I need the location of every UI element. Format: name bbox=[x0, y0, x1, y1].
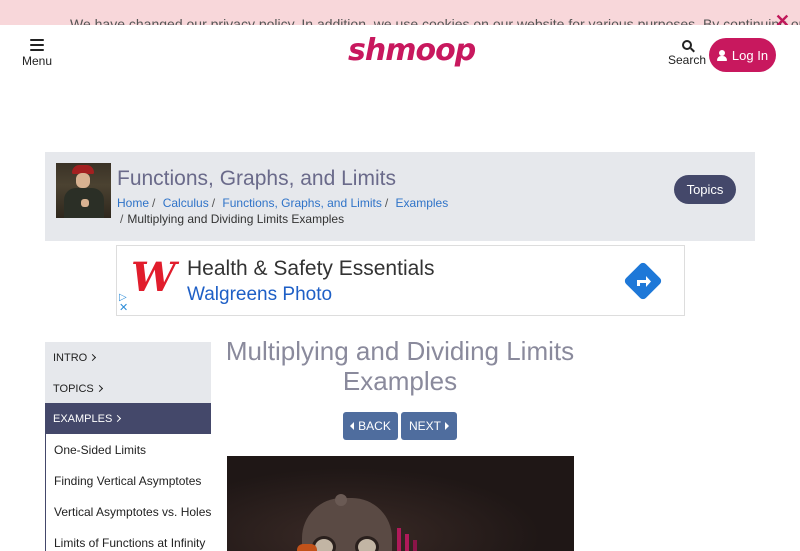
search-label: Search bbox=[668, 53, 707, 67]
advertisement[interactable]: W Health & Safety Essentials Walgreens P… bbox=[116, 245, 685, 316]
page-title-line: Examples bbox=[342, 366, 458, 396]
menu-button[interactable]: Menu bbox=[18, 39, 56, 68]
topic-banner: Functions, Graphs, and Limits Home / Calc… bbox=[45, 152, 755, 241]
page-title-line: Multiplying and Dividing Limits bbox=[225, 336, 575, 366]
back-button[interactable]: BACK bbox=[343, 412, 398, 440]
search-icon bbox=[682, 40, 692, 50]
breadcrumb-calculus[interactable]: Calculus bbox=[163, 196, 209, 210]
sidebar-sublist: One-Sided Limits Finding Vertical Asympt… bbox=[45, 434, 212, 551]
sidebar-item-label: INTRO bbox=[53, 351, 88, 364]
topic-portrait-image bbox=[56, 163, 111, 218]
ad-subline[interactable]: Walgreens Photo bbox=[187, 284, 332, 306]
walgreens-logo: W bbox=[131, 254, 176, 301]
hamburger-icon bbox=[30, 39, 44, 51]
caret-left-icon bbox=[350, 422, 355, 430]
next-label: NEXT bbox=[408, 419, 441, 433]
sidebar-item-label: TOPICS bbox=[53, 382, 94, 395]
cookie-banner-text: We have changed our privacy policy. In a… bbox=[70, 16, 800, 25]
sidebar-subitem[interactable]: Vertical Asymptotes vs. Holes bbox=[46, 496, 212, 527]
topics-button[interactable]: Topics bbox=[674, 175, 736, 204]
sidebar-subitem[interactable]: Limits of Functions at Infinity bbox=[46, 527, 212, 551]
back-label: BACK bbox=[358, 419, 391, 433]
user-icon bbox=[716, 49, 727, 61]
site-header: Menu shmoop Search Log In bbox=[0, 25, 800, 85]
caret-right-icon bbox=[445, 422, 449, 430]
search-button[interactable]: Search bbox=[668, 39, 706, 67]
page: We have changed our privacy policy. In a… bbox=[0, 0, 800, 551]
login-label: Log In bbox=[731, 47, 769, 63]
sidebar-item-label: EXAMPLES bbox=[53, 412, 113, 425]
next-button[interactable]: NEXT bbox=[401, 412, 457, 440]
sidebar-item-topics[interactable]: TOPICS bbox=[45, 373, 211, 404]
directions-arrow-icon[interactable] bbox=[624, 262, 662, 300]
breadcrumb-separator: / bbox=[211, 196, 216, 210]
sidebar: INTRO TOPICS EXAMPLES One-Sided Limits F… bbox=[45, 342, 212, 551]
cookie-banner: We have changed our privacy policy. In a… bbox=[0, 0, 800, 25]
login-button[interactable]: Log In bbox=[709, 38, 776, 72]
breadcrumb-home[interactable]: Home bbox=[117, 196, 149, 210]
sidebar-item-intro[interactable]: INTRO bbox=[45, 342, 211, 373]
breadcrumb-examples[interactable]: Examples bbox=[396, 196, 449, 210]
breadcrumb: Home / Calculus / Functions, Graphs, and L… bbox=[117, 195, 557, 227]
breadcrumb-functions[interactable]: Functions, Graphs, and Limits bbox=[222, 196, 381, 210]
sidebar-subitem[interactable]: One-Sided Limits bbox=[46, 434, 212, 465]
breadcrumb-separator: / bbox=[384, 196, 389, 210]
menu-label: Menu bbox=[21, 54, 53, 68]
sidebar-subitem[interactable]: Finding Vertical Asymptotes bbox=[46, 465, 212, 496]
chevron-right-icon bbox=[95, 384, 103, 393]
page-title: Multiplying and Dividing Limits Examples bbox=[222, 336, 578, 396]
video-player[interactable] bbox=[227, 456, 574, 551]
breadcrumb-current: Multiplying and Dividing Limits Examples bbox=[127, 212, 345, 226]
breadcrumb-separator: / bbox=[120, 212, 124, 226]
topic-title: Functions, Graphs, and Limits bbox=[117, 167, 396, 190]
ad-close-icon[interactable]: ✕ bbox=[119, 303, 128, 314]
shmoop-logo[interactable]: shmoop bbox=[348, 33, 476, 68]
chevron-right-icon bbox=[89, 353, 97, 362]
cookie-close-icon[interactable]: ✕ bbox=[775, 12, 790, 25]
chevron-right-icon bbox=[114, 414, 122, 423]
sidebar-item-examples[interactable]: EXAMPLES bbox=[45, 403, 211, 434]
breadcrumb-separator: / bbox=[152, 196, 156, 210]
ad-headline[interactable]: Health & Safety Essentials bbox=[187, 257, 434, 281]
